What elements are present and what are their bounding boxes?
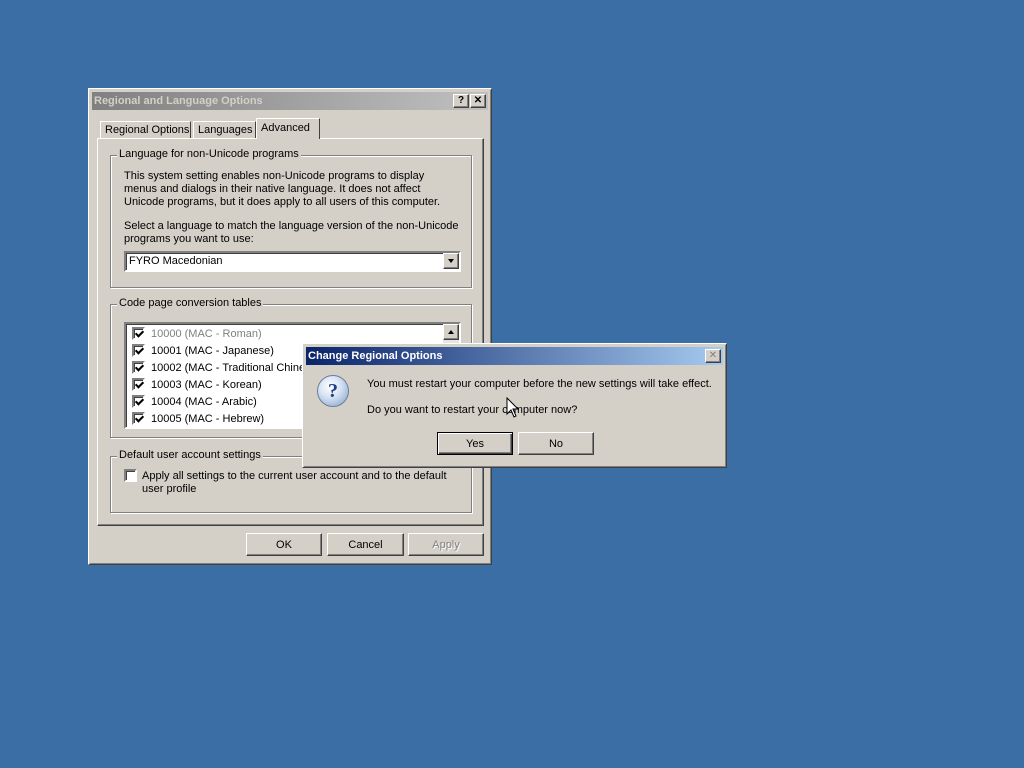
language-select[interactable]: FYRO Macedonian (124, 251, 461, 272)
no-button[interactable]: No (518, 432, 594, 455)
code-page-group-label: Code page conversion tables (117, 297, 264, 309)
change-regional-options-titlebar[interactable]: Change Regional Options ✕ (306, 347, 723, 365)
list-item[interactable]: 10000 (MAC - Roman) (132, 325, 262, 342)
regional-options-title: Regional and Language Options (94, 95, 263, 107)
list-item-label: 10003 (MAC - Korean) (151, 378, 262, 391)
cancel-button[interactable]: Cancel (327, 533, 404, 556)
help-button[interactable]: ? (453, 94, 469, 108)
apply-default-user-checkbox[interactable] (124, 469, 137, 482)
close-button[interactable]: ✕ (705, 349, 721, 363)
checkbox[interactable] (132, 412, 145, 425)
language-select-value: FYRO Macedonian (129, 255, 223, 267)
cancel-button-label: Cancel (348, 538, 383, 551)
close-button[interactable]: ✕ (470, 94, 486, 108)
checkbox[interactable] (132, 327, 145, 340)
change-regional-options-title: Change Regional Options (308, 350, 443, 362)
apply-default-user-label[interactable]: Apply all settings to the current user a… (142, 470, 457, 496)
list-item-label: 10000 (MAC - Roman) (151, 327, 262, 340)
apply-button-label: Apply (432, 538, 460, 551)
checkbox[interactable] (132, 344, 145, 357)
regional-options-titlebar[interactable]: Regional and Language Options ? ✕ (92, 92, 488, 110)
restart-message: You must restart your computer before th… (367, 378, 712, 390)
tab-advanced-label: Advanced (261, 122, 310, 134)
no-button-label: No (548, 437, 564, 450)
ok-button[interactable]: OK (246, 533, 322, 556)
question-icon: ? (317, 375, 349, 407)
yes-button[interactable]: Yes (437, 432, 513, 455)
tab-languages-label: Languages (198, 124, 253, 136)
tab-languages[interactable]: Languages (193, 121, 256, 139)
yes-button-label: Yes (466, 437, 484, 450)
tab-regional-options[interactable]: Regional Options (100, 121, 191, 139)
non-unicode-description: This system setting enables non-Unicode … (124, 170, 441, 208)
list-item-label: 10005 (MAC - Hebrew) (151, 412, 265, 425)
list-item-label: 10004 (MAC - Arabic) (151, 395, 257, 408)
list-item[interactable]: 10004 (MAC - Arabic) (132, 393, 257, 410)
non-unicode-group: Language for non-Unicode programs This s… (110, 148, 472, 288)
list-item[interactable]: 10003 (MAC - Korean) (132, 376, 262, 393)
chevron-down-icon[interactable] (443, 253, 459, 269)
tab-advanced[interactable]: Advanced (256, 118, 320, 139)
list-item[interactable]: 10001 (MAC - Japanese) (132, 342, 274, 359)
checkbox[interactable] (132, 395, 145, 408)
list-item[interactable]: 10005 (MAC - Hebrew) (132, 410, 264, 427)
list-item-label: 10001 (MAC - Japanese) (151, 344, 274, 357)
restart-question: Do you want to restart your computer now… (367, 404, 578, 416)
apply-button[interactable]: Apply (408, 533, 484, 556)
checkbox[interactable] (132, 378, 145, 391)
mouse-cursor-icon (506, 397, 520, 418)
checkbox[interactable] (132, 361, 145, 374)
non-unicode-select-prompt: Select a language to match the language … (124, 220, 459, 245)
tab-regional-options-label: Regional Options (105, 124, 190, 136)
ok-button-label: OK (276, 538, 292, 551)
non-unicode-group-label: Language for non-Unicode programs (117, 148, 301, 160)
default-user-group-label: Default user account settings (117, 449, 263, 461)
regional-options-dialog: Regional and Language Options ? ✕ Region… (88, 88, 492, 565)
scroll-up-icon[interactable] (443, 324, 459, 340)
